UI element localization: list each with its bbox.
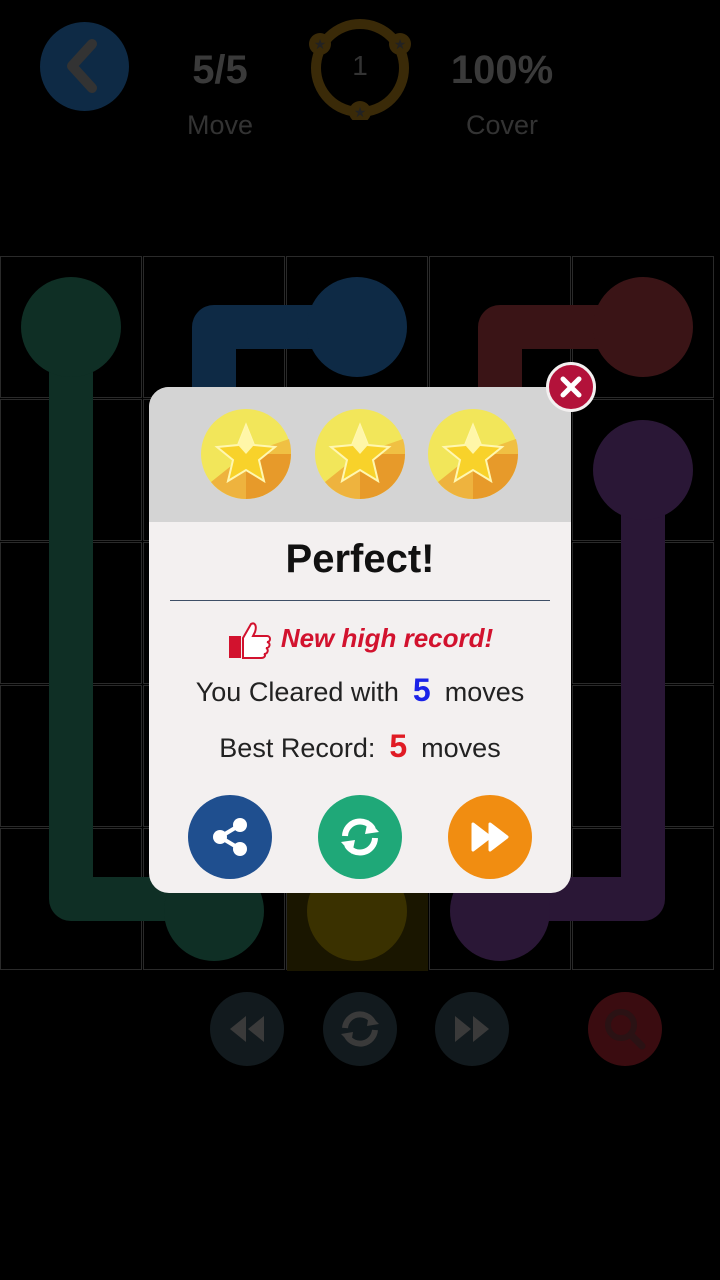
star-icon	[201, 409, 292, 499]
back-button[interactable]	[40, 22, 129, 111]
cover-value: 100%	[450, 48, 554, 92]
star-icon	[428, 409, 519, 499]
previous-level-button[interactable]	[210, 992, 284, 1066]
moves-value: 5/5	[192, 48, 248, 92]
level-number: 1	[352, 50, 368, 81]
svg-text:★: ★	[354, 105, 367, 120]
hint-button[interactable]	[588, 992, 662, 1066]
fast-forward-icon	[471, 822, 509, 852]
refresh-icon	[341, 818, 379, 856]
divider	[170, 600, 550, 601]
best-record-line: Best Record: 5 moves	[149, 728, 571, 765]
next-button[interactable]	[448, 795, 532, 879]
fast-forward-icon	[455, 1016, 489, 1042]
chevron-left-icon	[67, 39, 97, 93]
record-text: New high record!	[280, 622, 494, 653]
next-level-button[interactable]	[435, 992, 509, 1066]
cleared-prefix: You Cleared with	[195, 677, 399, 707]
cleared-suffix: moves	[444, 677, 525, 707]
share-icon	[213, 818, 247, 856]
cover-label: Cover	[465, 110, 539, 140]
best-moves-count: 5	[389, 728, 408, 764]
best-suffix: moves	[421, 733, 501, 763]
moves-label: Move	[186, 110, 254, 140]
search-icon	[605, 1009, 646, 1050]
refresh-icon	[341, 1011, 379, 1047]
best-prefix: Best Record:	[219, 733, 376, 763]
level-complete-dialog: Perfect! New high record! You Cleared wi…	[149, 387, 571, 893]
record-banner: New high record!	[149, 620, 571, 660]
thumbs-up-icon	[228, 622, 271, 659]
rewind-icon	[230, 1016, 264, 1042]
dialog-title: Perfect!	[285, 537, 435, 581]
star-icon	[315, 409, 406, 499]
close-button[interactable]	[546, 362, 596, 412]
share-button[interactable]	[188, 795, 272, 879]
replay-button[interactable]	[318, 795, 402, 879]
cleared-moves-count: 5	[412, 672, 431, 708]
cleared-line: You Cleared with 5 moves	[149, 672, 571, 709]
close-icon	[560, 376, 582, 398]
restart-button[interactable]	[323, 992, 397, 1066]
